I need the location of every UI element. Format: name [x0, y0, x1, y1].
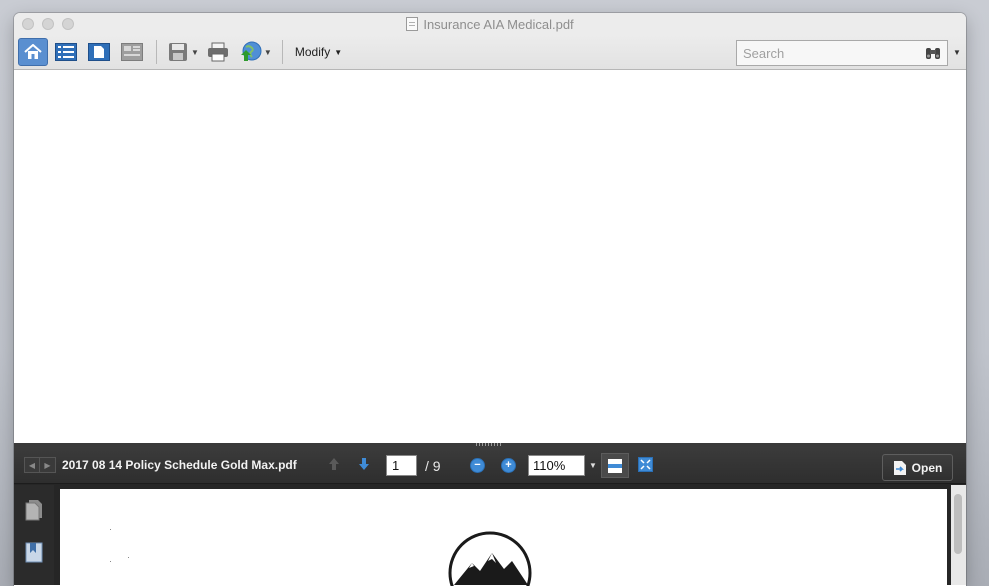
modify-label: Modify	[294, 45, 331, 59]
list-view-icon	[55, 43, 77, 61]
page-total: / 9	[425, 457, 441, 474]
previous-document-button[interactable]: ◀	[24, 457, 40, 473]
preview-sidebar	[14, 485, 54, 585]
mountain-logo	[448, 531, 532, 586]
page-number-input[interactable]	[386, 455, 417, 476]
home-button[interactable]	[18, 38, 48, 66]
pdf-document-icon	[406, 17, 419, 31]
bookmark-icon	[25, 542, 43, 563]
share-icon	[240, 41, 262, 61]
next-document-button[interactable]: ▶	[40, 457, 56, 473]
page-navigation: / 9	[386, 455, 441, 476]
zoom-level-input[interactable]	[528, 455, 585, 476]
card-view-icon	[121, 43, 143, 61]
bookmarks-button[interactable]	[23, 539, 45, 565]
search-input[interactable]	[743, 45, 913, 61]
print-icon	[207, 42, 228, 62]
toolbar-separator	[281, 40, 283, 64]
vertical-scrollbar[interactable]	[951, 485, 966, 585]
print-button[interactable]	[203, 38, 233, 66]
page-mark	[110, 561, 111, 562]
scrollbar-thumb[interactable]	[954, 494, 962, 554]
app-window: Insurance AIA Medical.pdf ▼ ▼ Modify ▼ S…	[14, 13, 966, 586]
arrow-down-icon	[359, 458, 369, 470]
zoom-in-button[interactable]: +	[501, 458, 516, 473]
main-toolbar: ▼ ▼ Modify ▼ Search ▼	[14, 35, 966, 70]
page-mark	[128, 557, 129, 558]
list-view-button[interactable]	[51, 38, 81, 66]
library-content-area	[14, 70, 966, 443]
open-button[interactable]: Open	[882, 454, 953, 481]
preview-toolbar: ◀ ▶ 2017 08 14 Policy Schedule Gold Max.…	[14, 447, 966, 484]
title-bar: Insurance AIA Medical.pdf	[14, 13, 966, 35]
minimize-window-button[interactable]	[42, 18, 54, 30]
save-dropdown-caret[interactable]: ▼	[191, 48, 199, 57]
window-controls	[22, 18, 74, 30]
fit-width-icon	[608, 458, 622, 473]
search-box[interactable]	[736, 40, 948, 66]
next-page-button[interactable]	[358, 457, 370, 471]
preview-body	[14, 485, 966, 586]
window-title: Insurance AIA Medical.pdf	[423, 16, 574, 32]
zoom-control: ▼	[528, 455, 597, 476]
preview-panel: ◀ ▶ 2017 08 14 Policy Schedule Gold Max.…	[14, 443, 966, 586]
card-view-button[interactable]	[117, 38, 147, 66]
close-window-button[interactable]	[22, 18, 34, 30]
fullscreen-button[interactable]	[638, 457, 653, 472]
save-button[interactable]	[163, 38, 193, 66]
open-document-icon	[893, 460, 906, 475]
toolbar-separator	[156, 40, 157, 64]
page-mark	[110, 529, 111, 530]
save-icon	[169, 43, 187, 61]
home-icon	[24, 44, 42, 59]
pages-icon	[25, 500, 42, 521]
page-view-button[interactable]	[84, 38, 114, 66]
previous-page-button[interactable]	[328, 457, 340, 471]
preview-file-name: 2017 08 14 Policy Schedule Gold Max.pdf	[62, 458, 297, 472]
arrow-up-icon	[329, 458, 339, 470]
binoculars-icon[interactable]	[925, 46, 941, 60]
fit-width-button[interactable]	[601, 453, 629, 478]
zoom-dropdown-caret[interactable]: ▼	[589, 461, 597, 470]
zoom-window-button[interactable]	[62, 18, 74, 30]
fullscreen-icon	[638, 457, 653, 472]
window-title-wrap: Insurance AIA Medical.pdf	[406, 16, 574, 32]
thumbnails-button[interactable]	[23, 497, 45, 523]
pdf-page	[60, 489, 947, 586]
share-button[interactable]	[236, 38, 266, 66]
search-options-caret[interactable]: ▼	[953, 48, 961, 57]
page-view-icon	[88, 43, 110, 61]
share-dropdown-caret[interactable]: ▼	[264, 48, 272, 57]
page-canvas[interactable]	[54, 485, 950, 586]
open-label: Open	[911, 460, 943, 475]
zoom-out-button[interactable]: −	[470, 458, 485, 473]
chevron-down-icon: ▼	[334, 47, 343, 57]
modify-menu[interactable]: Modify ▼	[289, 45, 348, 59]
